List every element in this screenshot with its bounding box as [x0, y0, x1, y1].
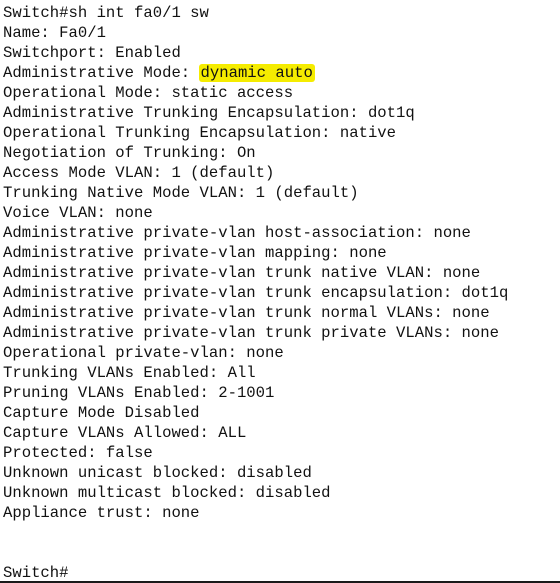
terminal-window[interactable]: Switch#sh int fa0/1 sw Name: Fa0/1 Switc… [0, 0, 560, 583]
output-capture-vlans: Capture VLANs Allowed: ALL [3, 424, 247, 442]
output-oper-trunk-encap: Operational Trunking Encapsulation: nati… [3, 124, 397, 142]
output-unknown-unicast: Unknown unicast blocked: disabled [3, 464, 312, 482]
output-admin-trunk-encap: Administrative Trunking Encapsulation: d… [3, 104, 415, 122]
output-trunk-vlans: Trunking VLANs Enabled: All [3, 364, 256, 382]
output-trunk-native-vlan: Trunking Native Mode VLAN: 1 (default) [3, 184, 359, 202]
output-name: Name: Fa0/1 [3, 24, 106, 42]
output-switchport: Switchport: Enabled [3, 44, 181, 62]
output-pvlan-mapping: Administrative private-vlan mapping: non… [3, 244, 387, 262]
output-pruning-vlans: Pruning VLANs Enabled: 2-1001 [3, 384, 275, 402]
output-pvlan-trunk-encap: Administrative private-vlan trunk encaps… [3, 284, 509, 302]
output-pvlan-host-assoc: Administrative private-vlan host-associa… [3, 224, 471, 242]
blank-lines [3, 523, 560, 563]
output-oper-mode: Operational Mode: static access [3, 84, 294, 102]
output-pvlan-trunk-native: Administrative private-vlan trunk native… [3, 264, 481, 282]
command-prompt[interactable]: Switch# [3, 563, 560, 583]
admin-mode-value-highlight: dynamic auto [198, 64, 315, 82]
output-admin-mode: Administrative Mode: dynamic auto [3, 63, 560, 83]
output-negotiation: Negotiation of Trunking: On [3, 144, 256, 162]
output-capture-mode: Capture Mode Disabled [3, 404, 200, 422]
output-protected: Protected: false [3, 444, 153, 462]
output-unknown-multicast: Unknown multicast blocked: disabled [3, 484, 331, 502]
admin-mode-label: Administrative Mode: [3, 64, 200, 82]
output-voice-vlan: Voice VLAN: none [3, 204, 153, 222]
output-oper-pvlan: Operational private-vlan: none [3, 344, 284, 362]
command-line: Switch#sh int fa0/1 sw [3, 4, 209, 22]
output-access-vlan: Access Mode VLAN: 1 (default) [3, 164, 275, 182]
output-pvlan-trunk-normal: Administrative private-vlan trunk normal… [3, 304, 490, 322]
output-pvlan-trunk-private: Administrative private-vlan trunk privat… [3, 324, 499, 342]
output-appliance-trust: Appliance trust: none [3, 504, 200, 522]
